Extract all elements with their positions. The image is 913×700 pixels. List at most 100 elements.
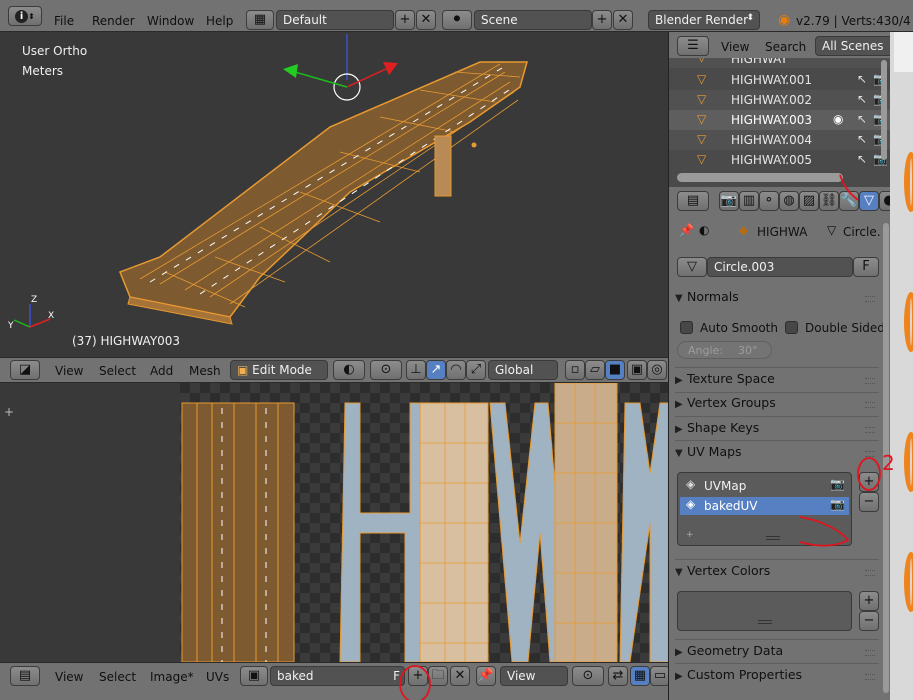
panel-drag-handle[interactable] [865, 650, 875, 656]
pin-icon[interactable]: 📌 [679, 223, 694, 237]
uv-map-item[interactable]: ◈ UVMap 📷 [680, 477, 849, 495]
viewport-shading-button[interactable]: ◐ [333, 360, 365, 380]
tab-object-data[interactable]: ▽ [859, 191, 879, 211]
manipulator-toggle-button[interactable]: ⊥ [406, 360, 426, 380]
select-arrow-icon[interactable]: ↖ [857, 112, 867, 126]
pivot-uv-button[interactable]: ⊙ [572, 666, 604, 686]
uv-menu-select[interactable]: Select [99, 670, 136, 684]
scale-manipulator-button[interactable]: ⤢ [466, 360, 486, 380]
select-arrow-icon[interactable]: ↖ [857, 152, 867, 166]
add-scene-button[interactable]: + [592, 10, 612, 30]
mode-dropdown[interactable]: ▣ Edit Mode [230, 360, 328, 380]
3d-viewport[interactable]: User Ortho Meters Z Y X (37) HIGHWAY003 [0, 32, 668, 357]
auto-smooth-angle-field[interactable]: Angle: 30° [677, 341, 772, 359]
mesh-name-field[interactable]: Circle.003 [707, 257, 853, 277]
editor-type-info-button[interactable]: i ⬍ [8, 6, 42, 26]
menu-view[interactable]: View [55, 364, 83, 378]
menu-select[interactable]: Select [99, 364, 136, 378]
panel-drag-handle[interactable] [865, 427, 875, 433]
panel-texture-space-header[interactable]: ▶ Texture Space [675, 371, 879, 393]
vertex-select-button[interactable]: ▫ [565, 360, 585, 380]
outliner-menu-view[interactable]: View [721, 40, 749, 54]
outliner-menu-search[interactable]: Search [765, 40, 806, 54]
panel-drag-handle[interactable] [865, 451, 875, 457]
outliner-row[interactable]: ▽ HIGHWAY.004 ↖ 📷 [669, 130, 891, 150]
fake-user-button[interactable]: F [393, 669, 400, 683]
menu-add[interactable]: Add [150, 364, 173, 378]
panel-normals-header[interactable]: ▼ Normals [675, 289, 879, 311]
scene-icon[interactable]: ⚫ [442, 10, 472, 30]
panel-drag-handle[interactable] [865, 674, 875, 680]
select-arrow-icon[interactable]: ↖ [857, 92, 867, 106]
menu-render[interactable]: Render [92, 14, 135, 28]
remove-uv-map-button[interactable]: − [859, 492, 879, 512]
list-resize-handle[interactable] [758, 620, 772, 624]
add-screen-button[interactable]: + [395, 10, 415, 30]
face-select-button[interactable]: ■ [605, 360, 625, 380]
editor-type-3d-button[interactable]: ◪ [10, 360, 40, 380]
tab-modifiers[interactable]: 🔧 [839, 191, 859, 211]
screen-layout-field[interactable]: Default [276, 10, 394, 30]
panel-vertex-groups-header[interactable]: ▶ Vertex Groups [675, 395, 879, 417]
panel-drag-handle[interactable] [865, 570, 875, 576]
visibility-eye-icon[interactable]: ◉ [833, 112, 843, 126]
outliner-vertical-scrollbar[interactable] [881, 60, 887, 160]
uv-image-editor[interactable]: + [0, 383, 668, 662]
add-uv-map-button[interactable]: + [859, 472, 879, 492]
select-arrow-icon[interactable]: ↖ [857, 132, 867, 146]
uv-vertex-select-button[interactable]: ▦ [630, 666, 650, 686]
editor-type-outliner-button[interactable]: ☰ [677, 36, 709, 56]
orientation-dropdown[interactable]: Global [488, 360, 558, 380]
panel-vertex-colors-header[interactable]: ▼ Vertex Colors [675, 563, 879, 585]
sync-selection-button[interactable]: ⇄ [608, 666, 628, 686]
image-name-field[interactable]: baked F [270, 666, 405, 686]
open-image-button[interactable]: 🗀 [428, 666, 448, 686]
menu-help[interactable]: Help [206, 14, 233, 28]
editor-type-properties-button[interactable]: ▤ [677, 191, 709, 211]
new-image-button[interactable]: + [408, 666, 428, 686]
uv-menu-uvs[interactable]: UVs [206, 670, 229, 684]
panel-drag-handle[interactable] [865, 378, 875, 384]
tab-render-layers[interactable]: ▥ [739, 191, 759, 211]
panel-shape-keys-header[interactable]: ▶ Shape Keys [675, 420, 879, 442]
menu-window[interactable]: Window [147, 14, 194, 28]
tab-render[interactable]: 📷 [719, 191, 739, 211]
uv-menu-image[interactable]: Image* [150, 670, 194, 684]
remove-vertex-color-button[interactable]: − [859, 611, 879, 631]
panel-drag-handle[interactable] [865, 402, 875, 408]
delete-scene-button[interactable]: ✕ [613, 10, 633, 30]
active-render-camera-icon[interactable]: 📷 [830, 497, 845, 511]
occlude-geometry-button[interactable]: ▣ [627, 360, 647, 380]
outliner-row[interactable]: ▽ HIGHWAY.002 ↖ 📷 [669, 90, 891, 110]
edge-select-button[interactable]: ▱ [585, 360, 605, 380]
panel-uv-maps-header[interactable]: ▼ UV Maps [675, 444, 879, 466]
active-render-camera-icon[interactable]: 📷 [830, 477, 845, 491]
menu-file[interactable]: File [54, 14, 74, 28]
outliner-row-selected[interactable]: ▽ HIGHWAY.003 ◉ ↖ 📷 [669, 110, 891, 130]
auto-smooth-checkbox[interactable] [680, 321, 693, 334]
list-filter-icon[interactable]: + [686, 530, 694, 540]
proportional-edit-button[interactable]: ◎ [647, 360, 667, 380]
outliner-row[interactable]: ▽ HIGHWAY.001 ↖ 📷 [669, 70, 891, 90]
tab-object[interactable]: ▨ [799, 191, 819, 211]
panel-geometry-data-header[interactable]: ▶ Geometry Data [675, 643, 879, 665]
add-vertex-color-button[interactable]: + [859, 591, 879, 611]
image-browse-button[interactable]: ▣ [240, 666, 268, 686]
tab-material[interactable]: ● [879, 191, 890, 211]
scene-field[interactable]: Scene [474, 10, 592, 30]
tab-world[interactable]: ◍ [779, 191, 799, 211]
tab-scene[interactable]: ⚬ [759, 191, 779, 211]
screen-layout-icon[interactable]: ▦ [246, 10, 274, 30]
uv-edge-select-button[interactable]: ▭ [650, 666, 670, 686]
mesh-browse-button[interactable]: ▽ [677, 257, 707, 277]
panel-drag-handle[interactable] [865, 296, 875, 302]
select-arrow-icon[interactable]: ↖ [857, 72, 867, 86]
double-sided-checkbox[interactable] [785, 321, 798, 334]
list-resize-handle[interactable] [766, 536, 780, 540]
pin-image-button[interactable]: 📌 [476, 666, 496, 686]
tab-constraints[interactable]: ⛓ [819, 191, 839, 211]
render-engine-dropdown[interactable]: Blender Render ⬍ [648, 10, 760, 30]
delete-screen-button[interactable]: ✕ [416, 10, 436, 30]
uv-map-item-selected[interactable]: ◈ bakedUV 📷 [680, 497, 849, 515]
outliner-row[interactable]: ▽ HIGHWAY.005 ↖ 📷 [669, 150, 891, 170]
